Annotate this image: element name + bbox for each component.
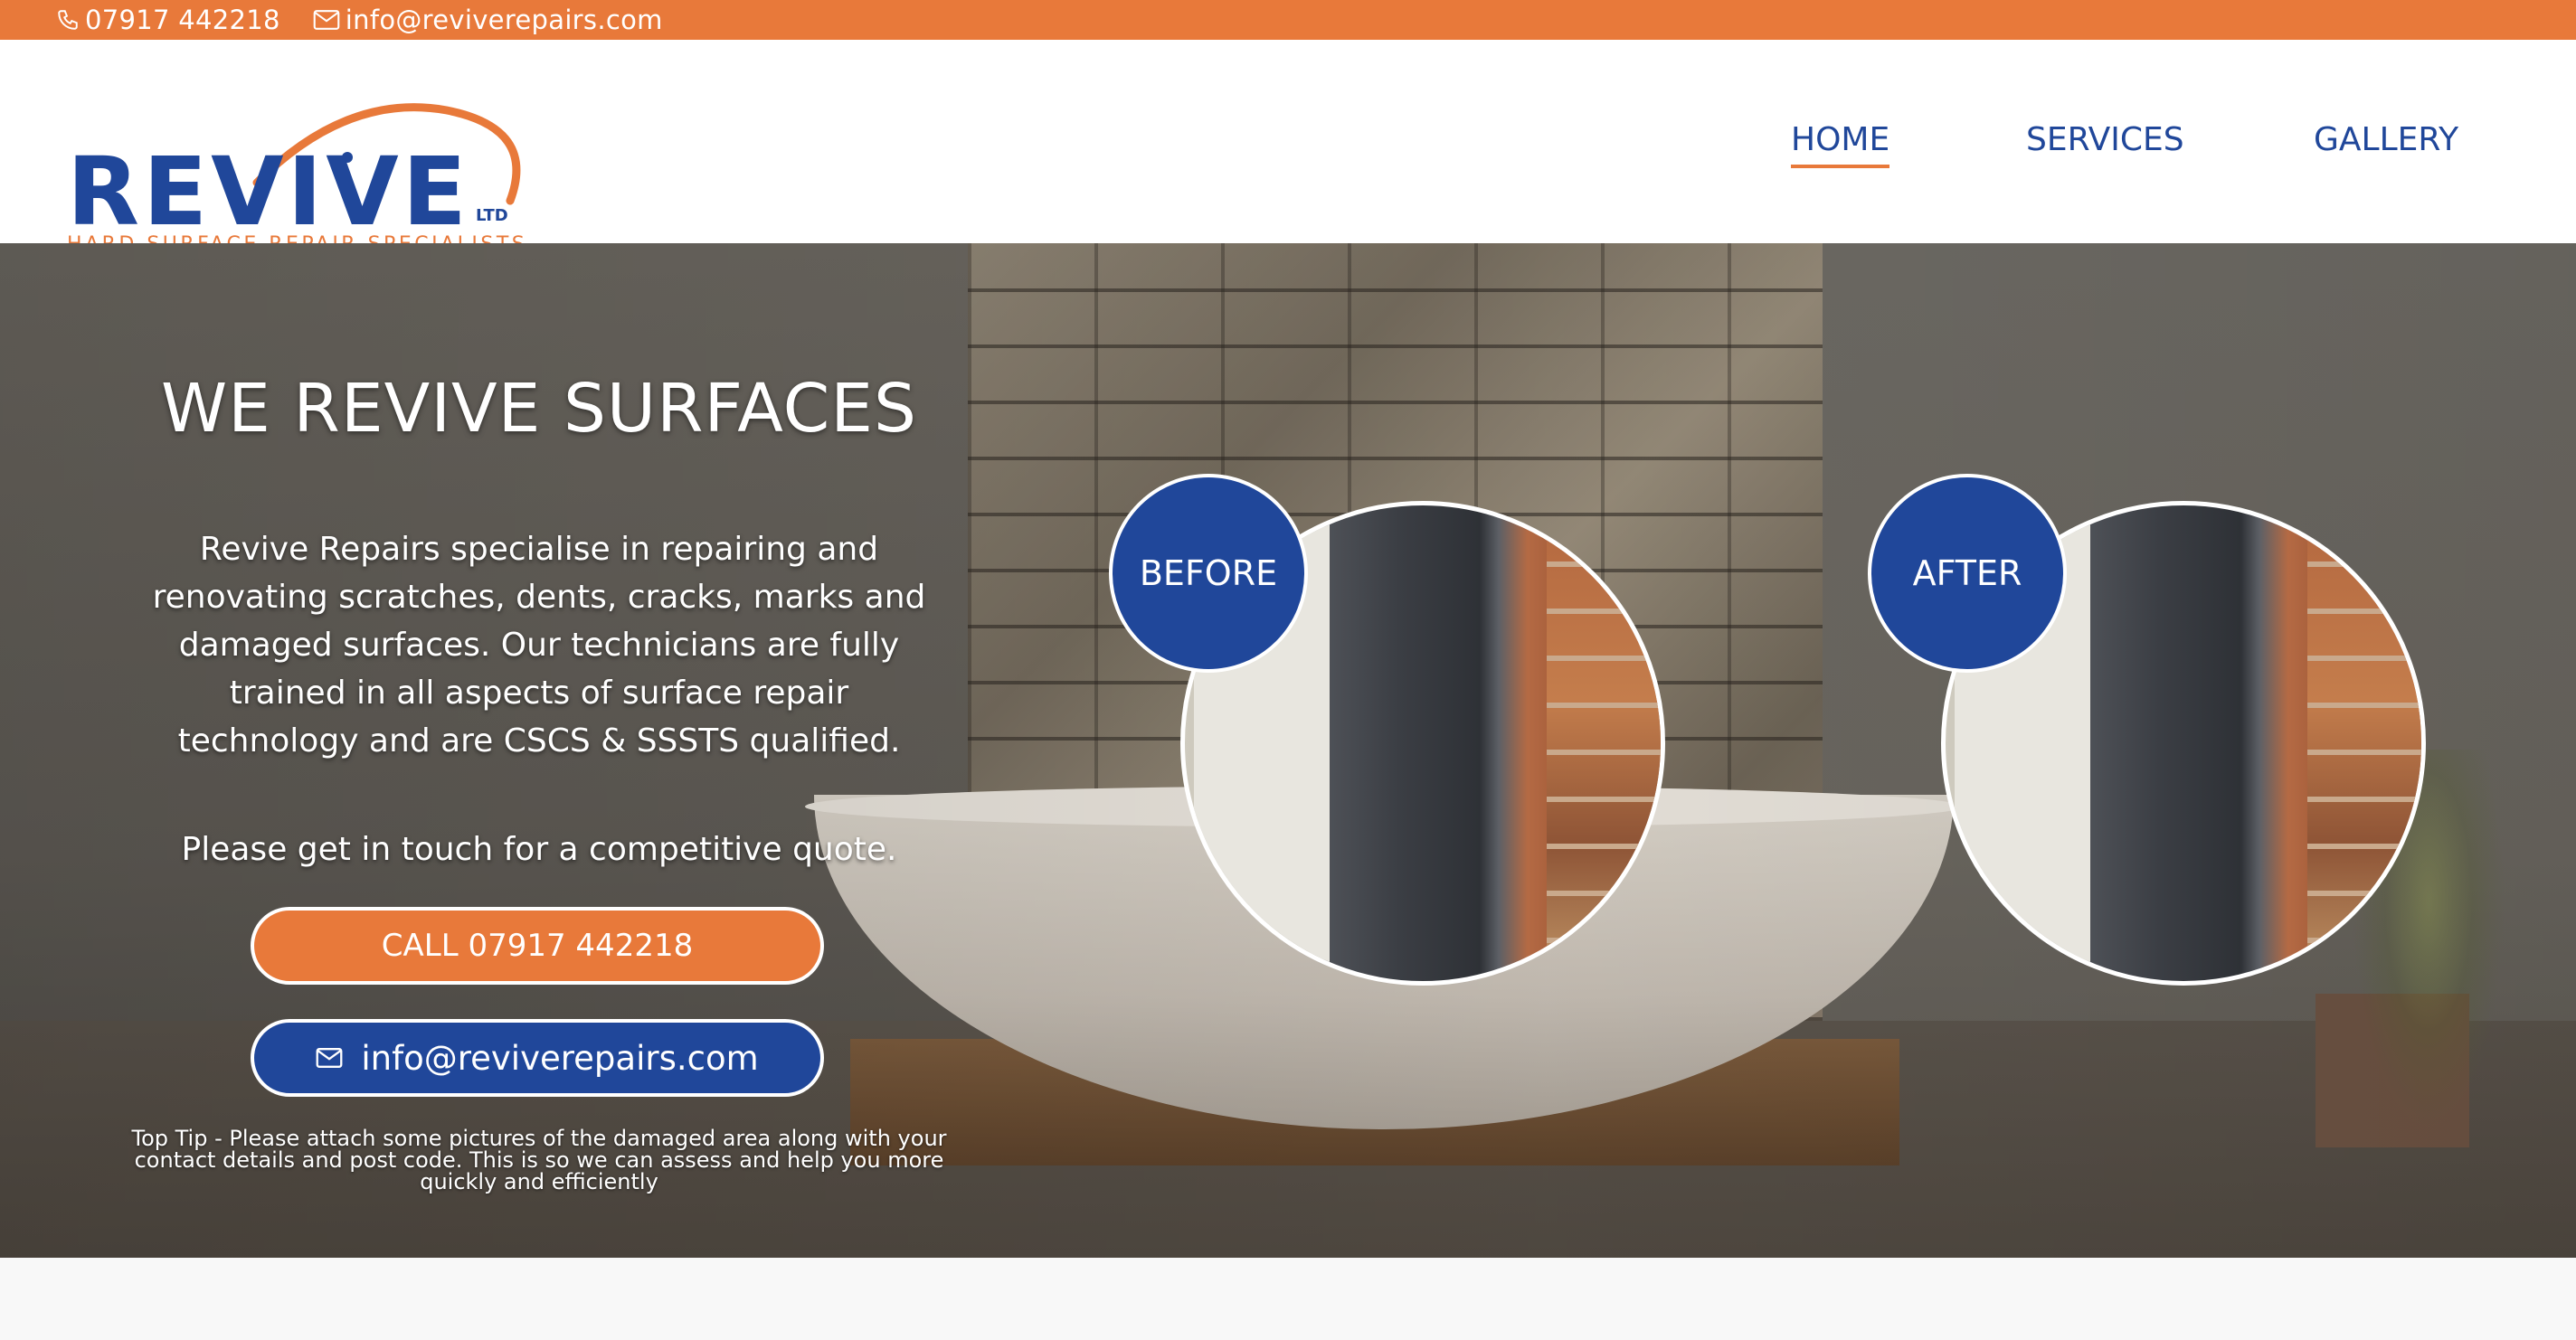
envelope-icon [313,10,340,30]
top-phone-link[interactable]: 07917 442218 [56,5,280,35]
logo-wordmark: REVIVE [67,137,470,247]
hero-description: Revive Repairs specialise in repairing a… [152,531,926,760]
after-photo-bricks [2307,505,2421,981]
top-contact-bar: 07917 442218 info@reviverepairs.com [0,0,2576,40]
revive-logo[interactable]: REVIVE LTD HARD SURFACE REPAIR SPECIALIS… [67,65,537,256]
nav-gallery[interactable]: GALLERY [2314,121,2458,166]
hero-section: WE REVIVE SURFACES Revive Repairs specia… [0,243,2576,1258]
hero-title: WE REVIVE SURFACES [160,370,917,448]
nav-services[interactable]: SERVICES [2026,121,2184,166]
before-photo-bricks [1547,505,1661,981]
logo-ltd: LTD [476,206,508,225]
top-email-text[interactable]: info@reviverepairs.com [346,5,663,35]
site-header: REVIVE LTD HARD SURFACE REPAIR SPECIALIS… [0,40,2576,256]
phone-icon [58,10,78,30]
email-button[interactable]: info@reviverepairs.com [251,1019,824,1097]
before-badge: BEFORE [1109,474,1308,673]
envelope-icon [316,1048,343,1068]
top-phone-text[interactable]: 07917 442218 [85,5,280,35]
hero-quote-text: Please get in touch for a competitive qu… [181,831,897,868]
hero-top-tip: Top Tip - Please attach some pictures of… [131,1126,947,1194]
nav-home[interactable]: HOME [1791,121,1890,168]
email-button-label: info@reviverepairs.com [361,1038,759,1078]
after-badge: AFTER [1868,474,2067,673]
top-email-link[interactable]: info@reviverepairs.com [313,5,663,35]
call-button[interactable]: CALL 07917 442218 [251,907,824,985]
call-button-label: CALL 07917 442218 [381,928,694,964]
